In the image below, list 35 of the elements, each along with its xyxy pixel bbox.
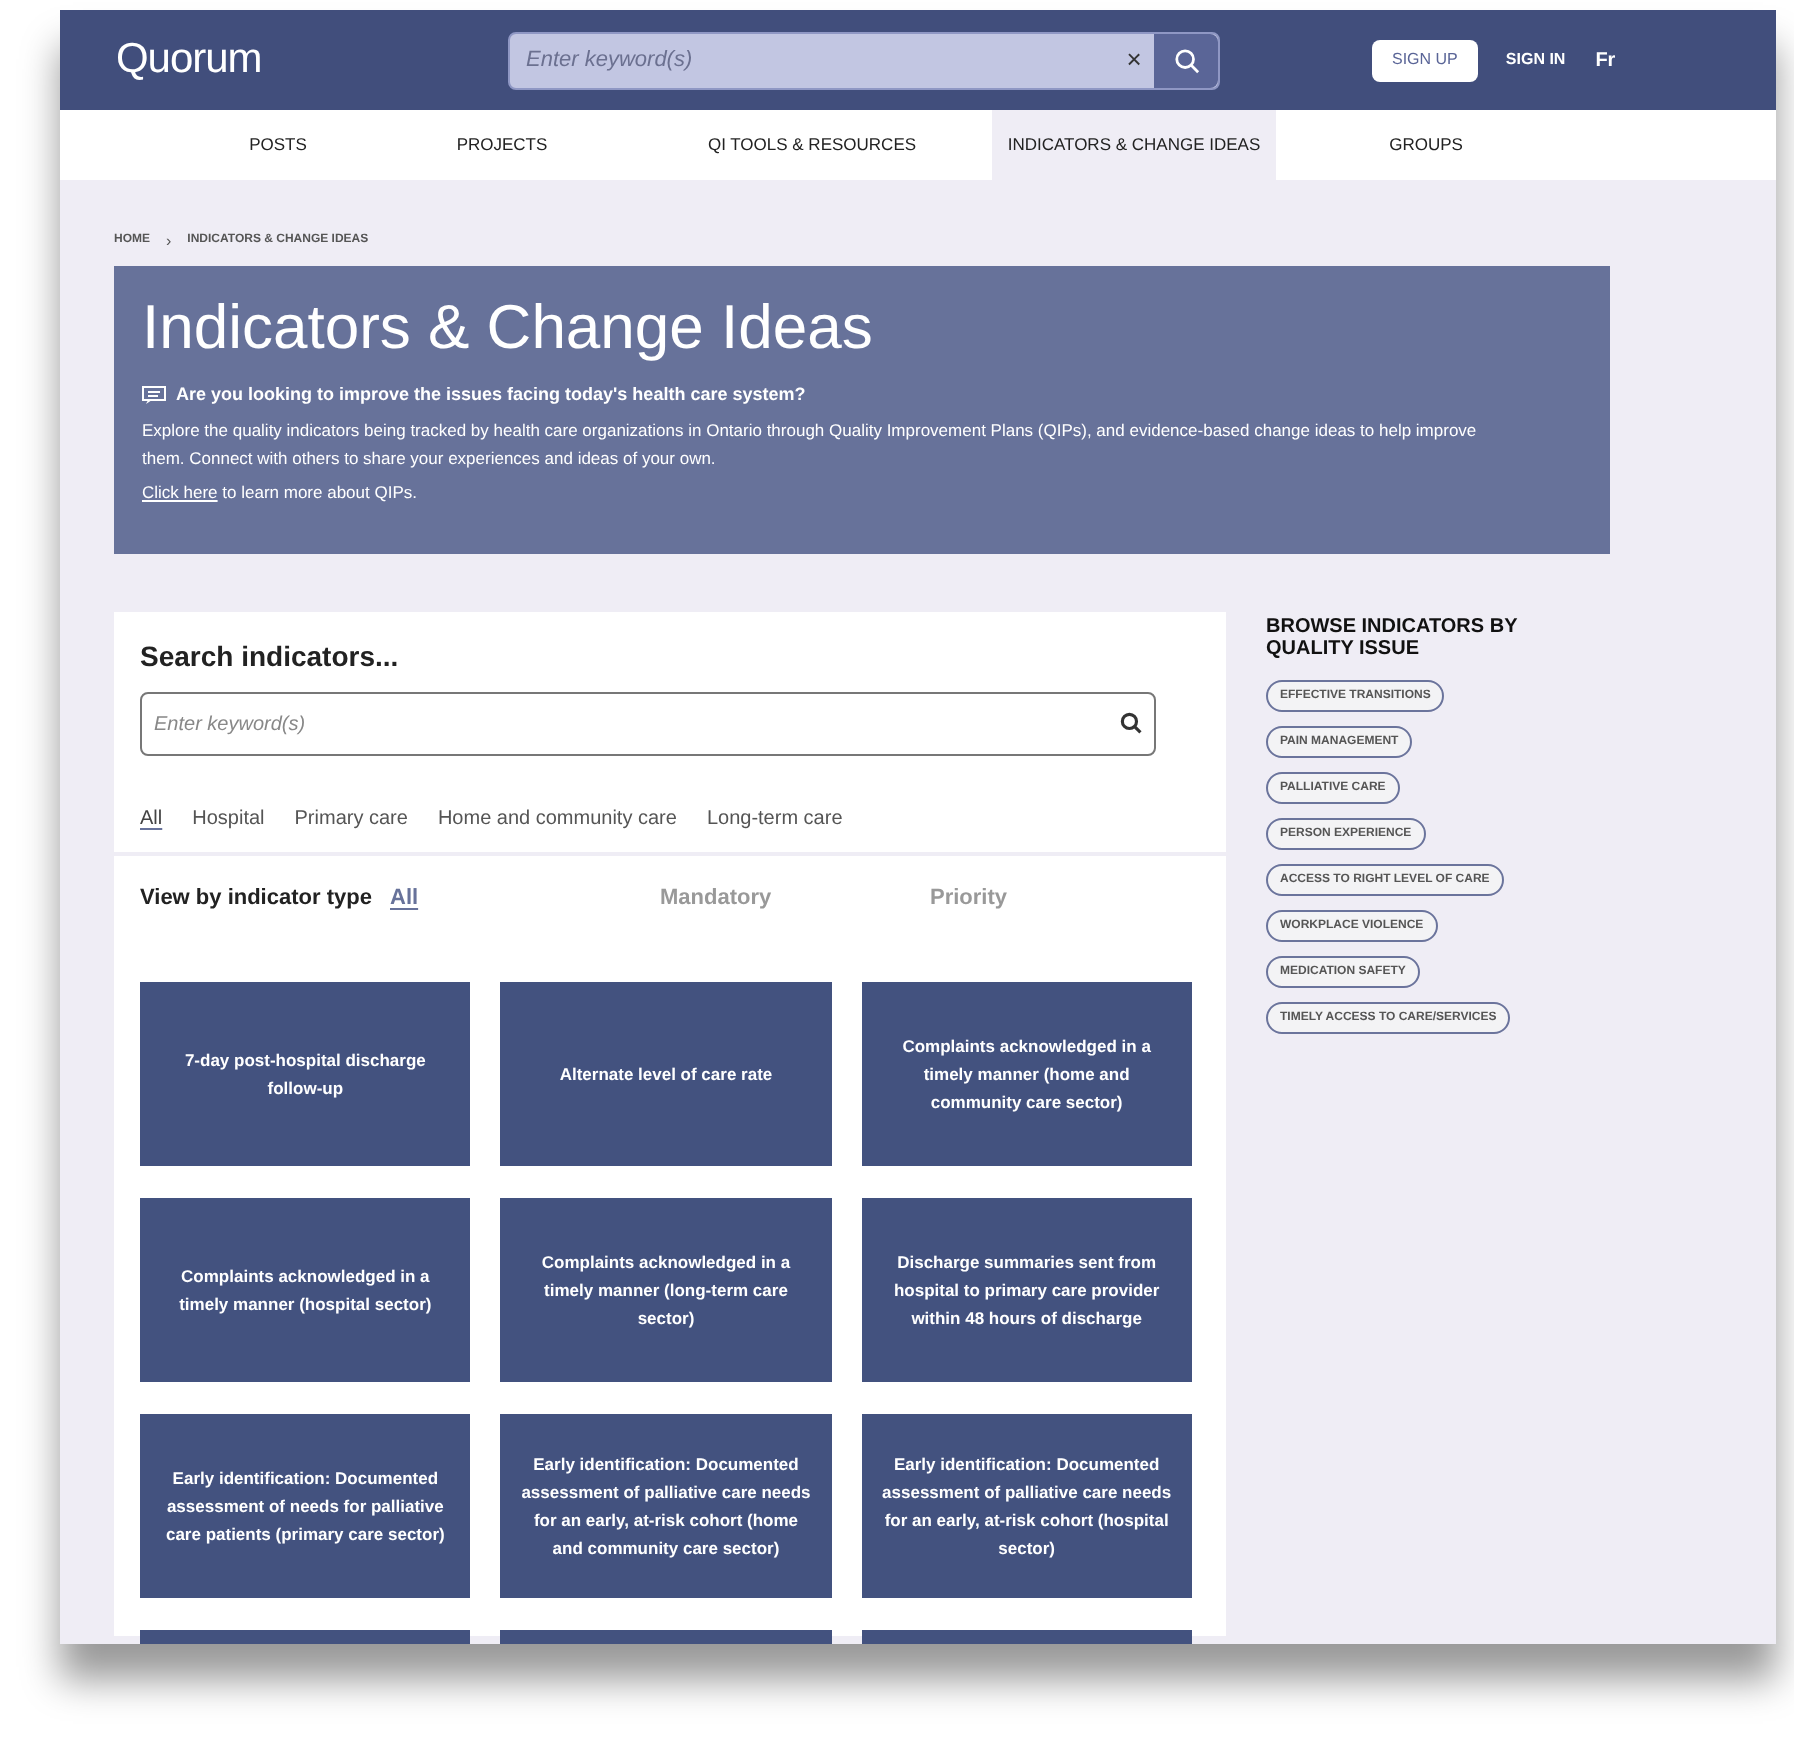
sector-tab[interactable]: Home and community care	[437, 804, 677, 834]
indicator-tile[interactable]: Early identification: Documented assessment of palliative care needs for an early, at-risk cohort (home and community care sector)	[500, 1413, 832, 1597]
language-link[interactable]: Fr	[1595, 45, 1616, 75]
search-icon	[1173, 47, 1199, 73]
sector-tab[interactable]: Primary care	[294, 804, 408, 834]
hero-description: Explore the quality indicators being tracked by health care organizations in Ontario through Quality Improvement Plans (QIPs), and evidence-based change ideas to help improve them. Connect with others to share your experiences and ideas of your own.	[142, 417, 1479, 471]
search-title: Search indicators...	[140, 638, 401, 676]
indicator-tile[interactable]: Complaints acknowledged in a timely manner (home and community care sector)	[861, 981, 1192, 1165]
page-title: Indicators & Change Ideas	[142, 290, 875, 366]
indicator-search-field[interactable]: Enter keyword(s)	[140, 692, 1156, 756]
indicator-tile[interactable]: Early identification: Documented assessment of needs for palliative care patients (primary care sector)	[140, 1413, 471, 1597]
sign-up-button[interactable]: SIGN UP	[1372, 39, 1478, 81]
sign-in-link[interactable]: SIGN IN	[1505, 48, 1566, 72]
indicator-tile[interactable]: Early identification: Documented assessment of palliative care needs for an early, at-risk cohort (hospital sector)	[861, 1413, 1192, 1597]
sector-tab[interactable]: All	[140, 804, 163, 834]
nav-tab[interactable]: INDICATORS & CHANGE IDEAS	[992, 110, 1276, 180]
indicator-tile[interactable]: 7-day post-hospital discharge follow-up	[140, 981, 471, 1165]
click-here-link[interactable]: Click here	[142, 481, 218, 501]
chevron-icon: ›	[166, 229, 172, 253]
clear-button[interactable]: ×	[1114, 43, 1154, 75]
search-icon	[1120, 712, 1142, 734]
sector-tab[interactable]: Long-term care	[706, 804, 843, 834]
search-button[interactable]	[1154, 33, 1218, 87]
link-sentence: to learn more about QIPs.	[220, 481, 417, 501]
type-tab[interactable]: All	[390, 886, 419, 910]
indicator-tile[interactable]: Complaints acknowledged in a timely manner (hospital sector)	[140, 1197, 471, 1381]
indicator-tile[interactable]: Alternate level of care rate	[500, 981, 832, 1165]
chat-icon	[142, 386, 166, 405]
sector-tab[interactable]: Hospital	[192, 804, 265, 834]
logo[interactable]: Quorum	[116, 28, 262, 92]
indicator-tile[interactable]: Complaints acknowledged in a timely manner (long-term care sector)	[500, 1197, 832, 1381]
filter-label: View by indicator type	[140, 884, 374, 914]
sidebar-heading: BROWSE INDICATORS BY QUALITY ISSUE	[1266, 616, 1520, 660]
hero-question: Are you looking to improve the issues facing today's health care system?	[176, 382, 806, 408]
indicator-tile[interactable]: Discharge summaries sent from hospital to primary care provider within 48 hours of discharge	[861, 1197, 1192, 1381]
